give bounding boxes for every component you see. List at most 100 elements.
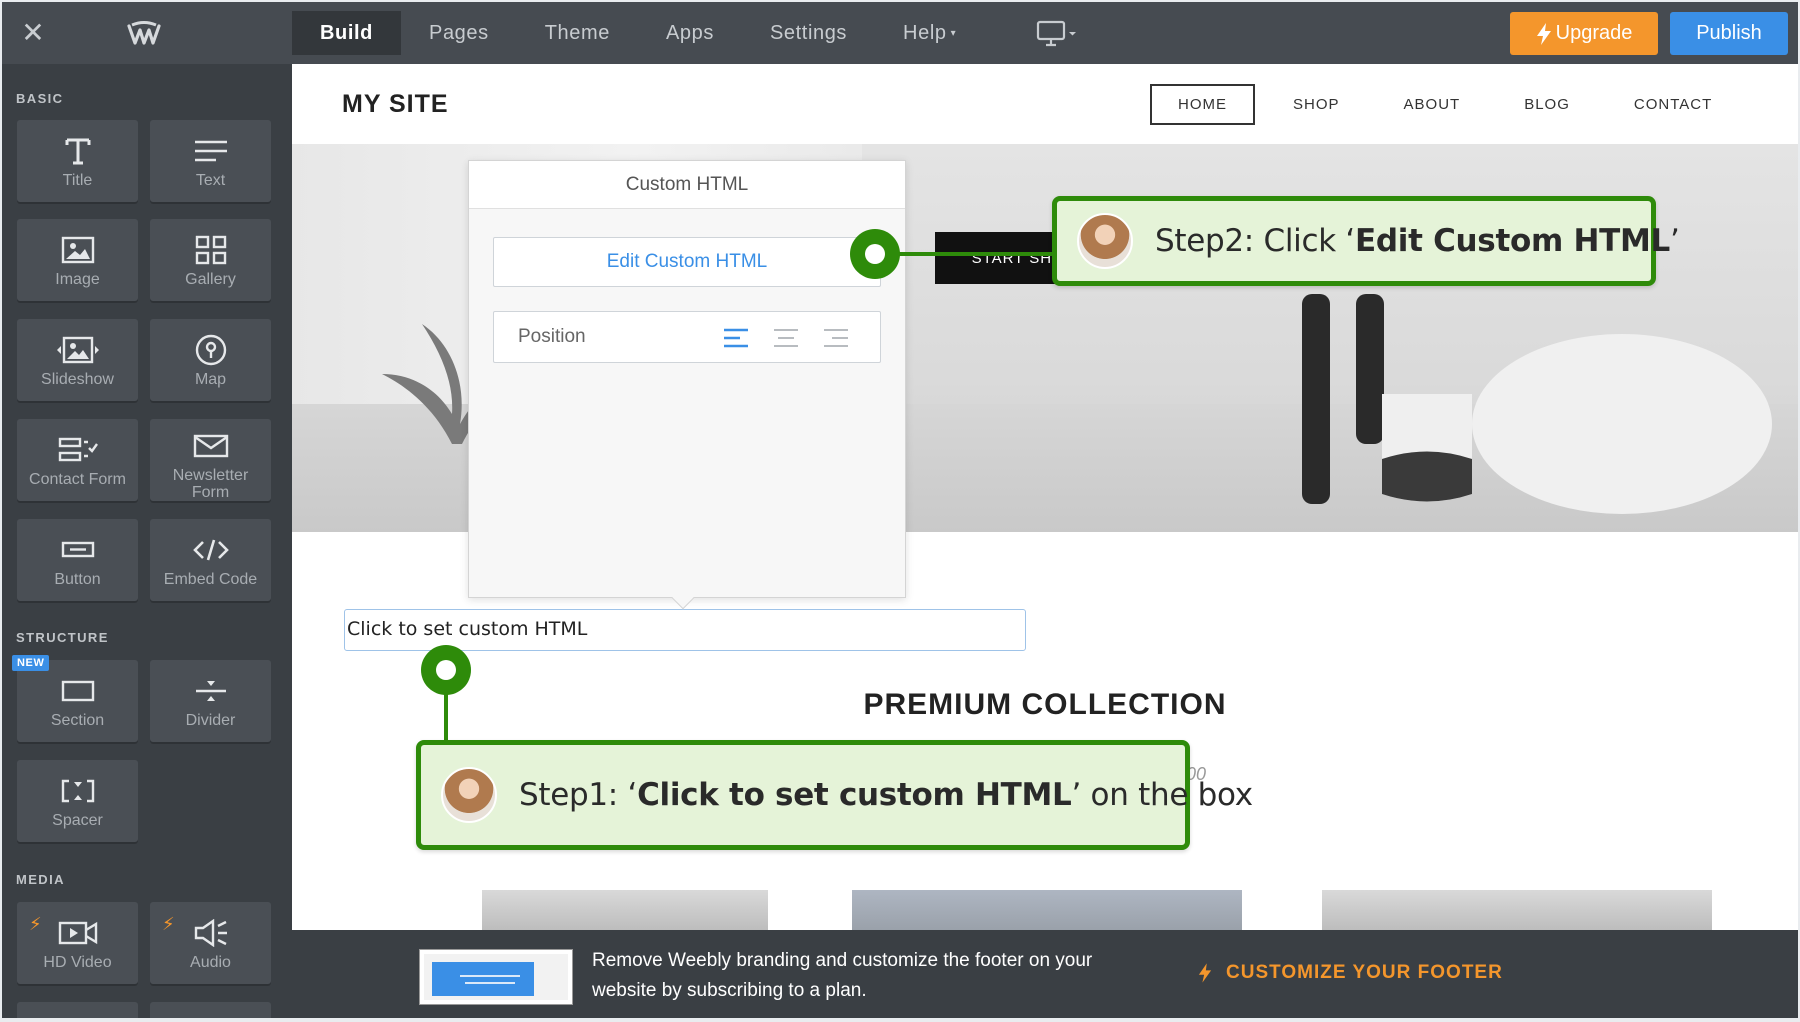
nav-pages-label: Pages <box>429 22 489 44</box>
premium-collection-heading[interactable]: PREMIUM COLLECTION <box>292 688 1798 722</box>
customize-footer-link[interactable]: CUSTOMIZE YOUR FOOTER <box>1198 962 1503 984</box>
main-nav: Build Pages Theme Apps Settings Help ▾ <box>292 11 984 55</box>
guide-avatar <box>1077 213 1133 269</box>
footer-upsell-banner: Remove Weebly branding and customize the… <box>292 930 1798 1018</box>
tile-map-label: Map <box>194 371 227 388</box>
tile-newsletter-label-line2: Form <box>191 484 230 501</box>
weebly-editor: ✕ Build Pages Theme Apps Settings Help ▾ … <box>2 2 1798 1018</box>
chevron-down-icon: ▾ <box>950 28 957 39</box>
site-title[interactable]: MY SITE <box>342 90 449 119</box>
nav-build-label: Build <box>320 22 373 44</box>
edit-custom-html-button[interactable]: Edit Custom HTML <box>493 237 881 287</box>
bolt-icon <box>1536 22 1551 45</box>
close-icon[interactable]: ✕ <box>20 19 46 47</box>
tile-embed-code[interactable]: Embed Code <box>150 519 271 603</box>
nav-theme[interactable]: Theme <box>517 11 638 55</box>
nav-apps-label: Apps <box>665 22 714 44</box>
tile-button[interactable]: Button <box>17 519 138 603</box>
step2-connector <box>895 252 1055 256</box>
tile-hd-video[interactable]: ⚡ HD Video <box>17 902 138 986</box>
tile-image-label: Image <box>55 271 100 288</box>
button-element-icon <box>61 541 94 558</box>
tile-contact-form-label: Contact Form <box>29 471 126 488</box>
tile-embed-code-label: Embed Code <box>163 571 258 588</box>
premium-collection-text: PREMIUM COLLECTION <box>863 688 1227 721</box>
nav-settings[interactable]: Settings <box>742 11 875 55</box>
section-label-basic: BASIC <box>16 91 64 106</box>
nav-help-label: Help <box>903 22 947 44</box>
nav-help[interactable]: Help ▾ <box>875 11 984 55</box>
tile-slideshow-label: Slideshow <box>41 371 114 388</box>
tile-spacer-label: Spacer <box>52 812 103 829</box>
tile-section[interactable]: Section <box>17 660 138 744</box>
product-image[interactable] <box>482 890 768 930</box>
divider-icon <box>195 681 226 701</box>
product-image[interactable] <box>1322 890 1712 930</box>
element-sidebar: BASIC Title Text Image Gallery Slideshow… <box>2 64 292 1018</box>
tile-newsletter-label-line1: Newsletter <box>172 467 249 484</box>
popup-title: Custom HTML <box>469 161 905 209</box>
tile-gallery[interactable]: Gallery <box>150 219 271 303</box>
publish-label: Publish <box>1696 22 1762 44</box>
nav-settings-label: Settings <box>769 22 848 44</box>
tile-slideshow[interactable]: Slideshow <box>17 319 138 403</box>
vases-decoration <box>1302 294 1772 514</box>
upgrade-label: Upgrade <box>1555 22 1633 44</box>
step2-suffix: ’ <box>1669 223 1680 259</box>
step1-hotspot[interactable] <box>421 645 471 695</box>
nav-pages[interactable]: Pages <box>401 11 517 55</box>
envelope-icon <box>193 434 228 458</box>
tile-gallery-label: Gallery <box>185 271 236 288</box>
step2-prefix: Step2: Click ‘ <box>1155 223 1355 259</box>
nav-apps[interactable]: Apps <box>638 11 742 55</box>
site-nav-contact[interactable]: CONTACT <box>1608 84 1738 125</box>
nav-build[interactable]: Build <box>292 11 401 55</box>
text-lines-icon <box>194 140 227 162</box>
spacer-icon <box>61 779 94 803</box>
position-label: Position <box>518 326 586 347</box>
tile-spacer[interactable]: Spacer <box>17 760 138 844</box>
step2-bold: Edit Custom HTML <box>1354 223 1670 259</box>
step1-suffix: ’ on the box <box>1071 777 1253 813</box>
footer-upsell-text: Remove Weebly branding and customize the… <box>592 950 1093 1001</box>
section-icon <box>61 680 94 702</box>
align-center-icon[interactable] <box>774 327 798 349</box>
tile-title[interactable]: Title <box>17 120 138 204</box>
guide-avatar <box>441 767 497 823</box>
tile-map[interactable]: Map <box>150 319 271 403</box>
tile-image[interactable]: Image <box>17 219 138 303</box>
contact-form-icon <box>58 437 98 462</box>
step1-prefix: Step1: ‘ <box>519 777 638 813</box>
tile-newsletter-form[interactable]: Newsletter Form <box>150 419 271 503</box>
site-nav-shop[interactable]: SHOP <box>1267 84 1366 125</box>
tile-button-label: Button <box>54 571 101 588</box>
tile-newsletter-form-label: Newsletter Form <box>150 467 271 501</box>
tile-divider[interactable]: Divider <box>150 660 271 744</box>
tile-contact-form[interactable]: Contact Form <box>17 419 138 503</box>
section-label-structure: STRUCTURE <box>16 630 109 645</box>
tile-audio[interactable]: ⚡ Audio <box>150 902 271 986</box>
title-t-icon <box>65 138 90 165</box>
nav-theme-label: Theme <box>544 22 610 44</box>
tile-section-label: Section <box>50 712 105 729</box>
product-image[interactable] <box>852 890 1242 930</box>
align-left-icon[interactable] <box>724 327 748 349</box>
site-nav-home[interactable]: HOME <box>1150 84 1255 125</box>
tile-text[interactable]: Text <box>150 120 271 204</box>
upgrade-button[interactable]: Upgrade <box>1510 12 1658 55</box>
tile-text-label: Text <box>195 172 226 189</box>
desktop-device-icon[interactable] <box>1036 20 1080 48</box>
slideshow-icon <box>56 336 99 364</box>
align-right-icon[interactable] <box>824 327 848 349</box>
custom-html-popup: Custom HTML Edit Custom HTML Position <box>468 160 906 610</box>
tile-more-1[interactable] <box>17 1002 138 1018</box>
weebly-logo-icon[interactable] <box>126 20 162 48</box>
site-nav-about[interactable]: ABOUT <box>1378 84 1487 125</box>
tile-more-2[interactable] <box>150 1002 271 1018</box>
section-label-media: MEDIA <box>16 872 65 887</box>
site-nav-blog[interactable]: BLOG <box>1498 84 1596 125</box>
publish-button[interactable]: Publish <box>1670 12 1788 55</box>
image-icon <box>61 236 94 264</box>
step2-hotspot[interactable] <box>850 229 900 279</box>
top-bar: ✕ Build Pages Theme Apps Settings Help ▾ … <box>2 2 1798 64</box>
